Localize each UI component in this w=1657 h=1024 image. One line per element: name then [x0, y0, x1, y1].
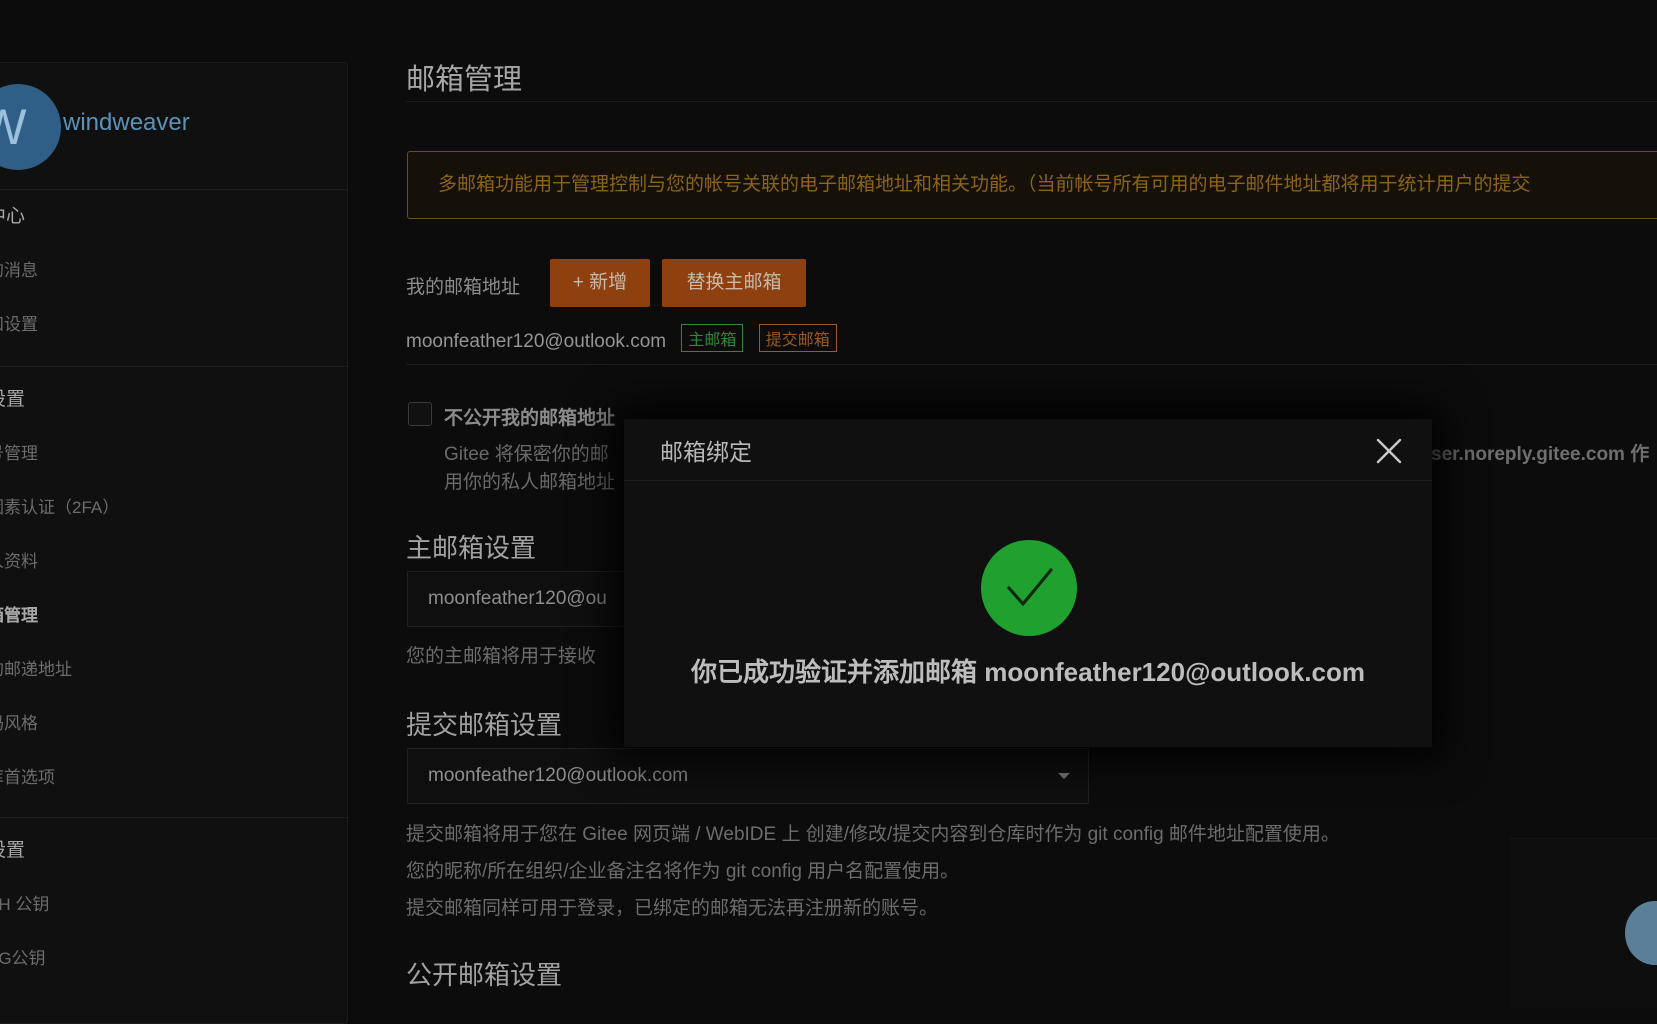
success-badge: [981, 540, 1077, 636]
commit-email-select[interactable]: moonfeather120@outlook.com: [407, 748, 1089, 804]
sidebar-heading: 中心: [0, 206, 26, 227]
chevron-down-icon: [1058, 773, 1070, 779]
sidebar-item-profile[interactable]: 人资料: [0, 535, 347, 589]
add-email-button[interactable]: + 新增: [550, 259, 650, 307]
replace-primary-email-button[interactable]: 替换主邮箱: [662, 259, 806, 307]
close-icon[interactable]: [1374, 436, 1404, 466]
private-email-checkbox[interactable]: [408, 402, 432, 426]
profile-card: W windweaver: [0, 63, 347, 190]
email-binding-dialog: 邮箱绑定 你已成功验证并添加邮箱 moonfeather120@outlook.…: [624, 419, 1432, 747]
mascot-icon: [1625, 901, 1657, 965]
sidebar: W windweaver 中心 的消息 知设置 设置 号管理 因素认证（2FA）…: [0, 62, 348, 1024]
commit-email-help: 您的昵称/所在组织/企业备注名将作为 git config 用户名配置使用。: [406, 861, 960, 882]
sidebar-item-messages[interactable]: 的消息: [0, 244, 347, 298]
private-email-desc: Gitee 将保密你的邮: [444, 444, 609, 465]
commit-email-help: 提交邮箱将用于您在 Gitee 网页端 / WebIDE 上 创建/修改/提交内…: [406, 824, 1340, 845]
info-notice: 多邮箱功能用于管理控制与您的帐号关联的电子邮箱地址和相关功能。（当前帐号所有可用…: [407, 151, 1657, 219]
noreply-address: ser.noreply.gitee.com 作: [1431, 444, 1650, 465]
help-widget[interactable]: [1510, 838, 1657, 1009]
page-title: 邮箱管理: [406, 64, 523, 96]
success-message: 你已成功验证并添加邮箱 moonfeather120@outlook.com: [691, 657, 1365, 687]
private-email-desc: 用你的私人邮箱地址: [444, 472, 616, 493]
dialog-header: 邮箱绑定: [624, 419, 1432, 481]
sidebar-group-account: 设置 号管理 因素认证（2FA） 人资料 箱管理 的邮递地址 码风格 库首选项: [0, 373, 347, 818]
checkmark-icon: [1007, 568, 1053, 606]
email-list-item: moonfeather120@outlook.com 主邮箱 提交邮箱: [406, 324, 837, 353]
username-link[interactable]: windweaver: [63, 109, 190, 137]
sidebar-item-account-management[interactable]: 号管理: [0, 427, 347, 481]
divider: [406, 101, 1657, 102]
email-address: moonfeather120@outlook.com: [406, 331, 667, 352]
primary-email-help: 您的主邮箱将用于接收: [406, 646, 597, 667]
sidebar-item-ssh-keys[interactable]: SH 公钥: [0, 878, 347, 932]
sidebar-item-gpg-keys[interactable]: PG公钥: [0, 932, 347, 986]
primary-email-section-title: 主邮箱设置: [406, 533, 537, 563]
commit-email-help: 提交邮箱同样可用于登录，已绑定的邮箱无法再注册新的账号。: [406, 898, 939, 919]
sidebar-heading: 设置: [0, 389, 26, 410]
sidebar-group-notifications: 中心 的消息 知设置: [0, 190, 347, 367]
sidebar-item-notification-settings[interactable]: 知设置: [0, 298, 347, 352]
sidebar-item-mailing-address[interactable]: 的邮递地址: [0, 643, 347, 697]
commit-email-section-title: 提交邮箱设置: [406, 710, 563, 740]
commit-email-badge: 提交邮箱: [758, 324, 837, 352]
dialog-title: 邮箱绑定: [660, 439, 752, 465]
sidebar-item-code-style[interactable]: 码风格: [0, 697, 347, 751]
sidebar-item-repo-preferences[interactable]: 库首选项: [0, 751, 347, 805]
sidebar-group-security: 设置 SH 公钥 PG公钥: [0, 824, 347, 986]
private-email-label: 不公开我的邮箱地址: [444, 408, 616, 429]
avatar[interactable]: W: [0, 84, 61, 170]
sidebar-item-email-management[interactable]: 箱管理: [0, 589, 347, 643]
primary-email-badge: 主邮箱: [681, 324, 744, 352]
public-email-section-title: 公开邮箱设置: [406, 960, 563, 990]
sidebar-item-2fa[interactable]: 因素认证（2FA）: [0, 481, 347, 535]
divider: [406, 364, 1657, 365]
sidebar-heading: 设置: [0, 840, 26, 861]
my-email-label: 我的邮箱地址: [406, 277, 521, 298]
